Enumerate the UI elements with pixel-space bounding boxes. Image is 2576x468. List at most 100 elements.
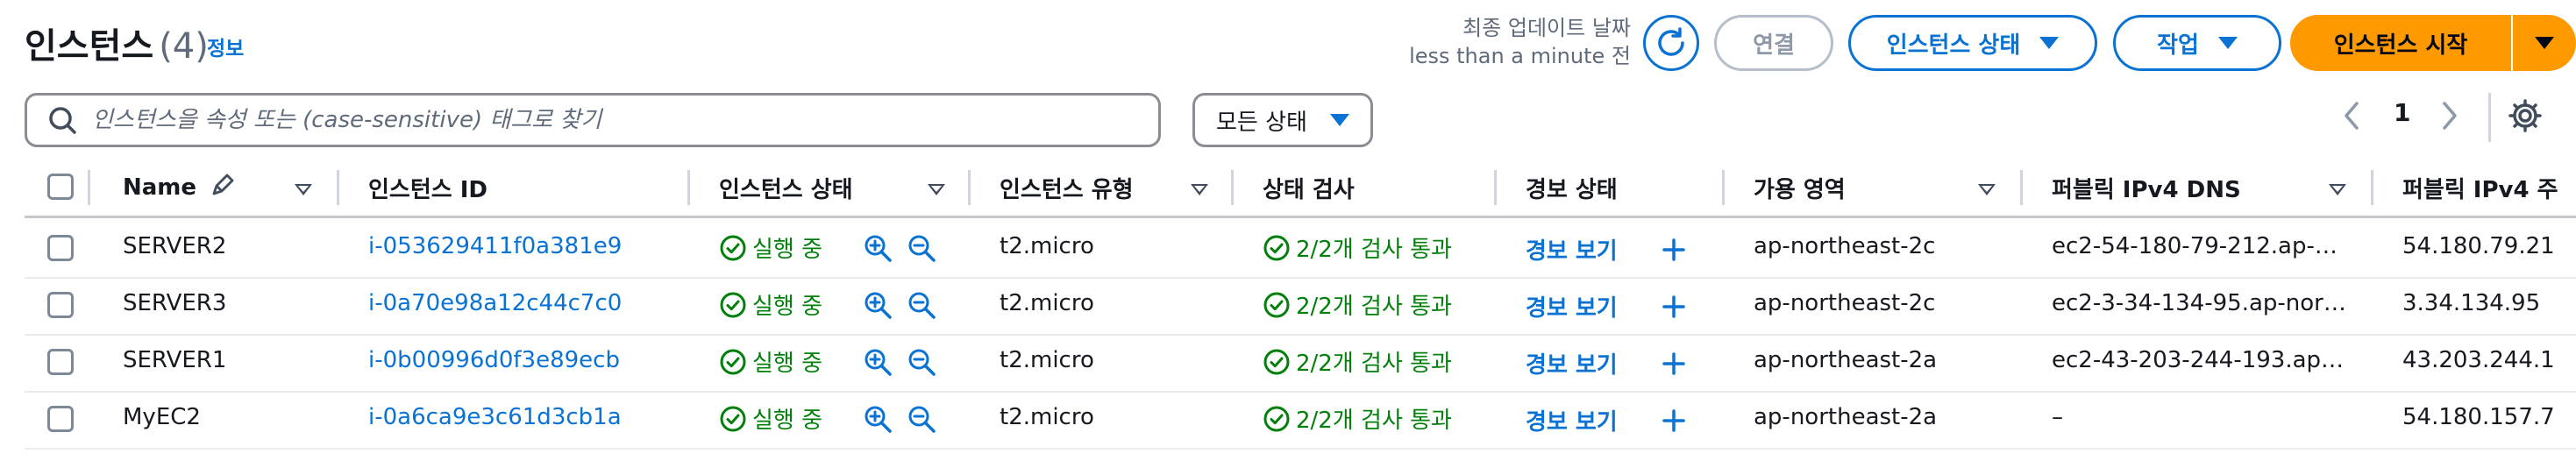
status-check: 2/2개 검사 통과 (1263, 288, 1452, 321)
row-divider (25, 277, 2576, 279)
view-alarms-link[interactable]: 경보 보기 (1526, 233, 1618, 266)
availability-zone: ap-northeast-2c (1754, 290, 1936, 316)
add-alarm-button[interactable] (1661, 408, 1687, 434)
sort-caret-icon[interactable] (295, 184, 312, 195)
launch-instance-dropdown[interactable] (2513, 15, 2576, 71)
instance-type: t2.micro (1000, 404, 1094, 430)
instance-state: 실행 중 (719, 345, 822, 378)
search-input[interactable] (90, 106, 1102, 134)
column-separator[interactable] (2371, 170, 2373, 205)
instance-id-link[interactable]: i-0a70e98a12c44c7c0 (368, 290, 622, 316)
state-filter-select[interactable]: 모든 상태 (1192, 93, 1373, 147)
last-updated-label: 최종 업데이트 날짜 (1462, 16, 1631, 40)
public-ip: 54.180.79.21 (2402, 233, 2555, 259)
column-separator[interactable] (1722, 170, 1725, 205)
instance-state-label: 실행 중 (752, 351, 823, 377)
state-filter-label: 모든 상태 (1216, 109, 1307, 136)
row-checkbox[interactable] (47, 406, 74, 432)
instance-id-link[interactable]: i-0b00996d0f3e89ecb (368, 347, 620, 373)
view-alarms-link[interactable]: 경보 보기 (1526, 290, 1618, 323)
column-header-status-check[interactable]: 상태 검사 (1263, 172, 1355, 204)
instance-state-label: 실행 중 (752, 237, 823, 263)
sort-caret-icon[interactable] (1191, 184, 1208, 195)
column-header-availability-zone[interactable]: 가용 영역 (1754, 172, 1846, 204)
zoom-out-button[interactable] (907, 233, 938, 265)
add-icon (1662, 409, 1685, 432)
zoom-in-icon (865, 235, 892, 262)
instance-id-link[interactable]: i-053629411f0a381e9 (368, 233, 622, 259)
column-header-name[interactable]: Name (123, 172, 236, 201)
column-header-public-ip[interactable]: 퍼블릭 IPv4 주 (2402, 172, 2576, 204)
status-check-label: 2/2개 검사 통과 (1296, 294, 1452, 320)
zoom-out-button[interactable] (907, 290, 938, 322)
zoom-out-button[interactable] (907, 404, 938, 436)
column-header-alarm-status[interactable]: 경보 상태 (1526, 172, 1618, 204)
instance-name: SERVER1 (123, 347, 227, 373)
add-alarm-button[interactable] (1661, 237, 1687, 263)
sort-caret-icon[interactable] (1978, 184, 1996, 195)
pagination-current-page[interactable]: 1 (2394, 98, 2410, 127)
column-separator[interactable] (1494, 170, 1497, 205)
chevron-right-icon (2443, 102, 2457, 130)
column-header-instance-type[interactable]: 인스턴스 유형 (1000, 172, 1134, 204)
search-bar[interactable] (25, 93, 1161, 147)
preferences-button[interactable] (2508, 98, 2543, 137)
instance-state-button[interactable]: 인스턴스 상태 (1848, 15, 2097, 71)
sort-caret-icon[interactable] (928, 184, 945, 195)
view-alarms-link[interactable]: 경보 보기 (1526, 347, 1618, 379)
instance-state-label: 실행 중 (752, 408, 823, 434)
status-check-label: 2/2개 검사 통과 (1296, 351, 1452, 377)
refresh-button[interactable] (1643, 15, 1699, 71)
public-dns: – (2052, 404, 2063, 430)
availability-zone: ap-northeast-2a (1754, 404, 1938, 430)
column-separator[interactable] (687, 170, 690, 205)
public-dns: ec2-3-34-134-95.ap-northeast-2.compute.a… (2052, 290, 2350, 316)
pagination-divider (2488, 93, 2491, 142)
info-link[interactable]: 정보 (207, 32, 244, 61)
zoom-in-button[interactable] (863, 347, 894, 379)
page-title: 인스턴스 (4) (25, 18, 209, 68)
column-separator[interactable] (1231, 170, 1234, 205)
status-check-label: 2/2개 검사 통과 (1296, 237, 1452, 263)
zoom-out-button[interactable] (907, 347, 938, 379)
zoom-in-button[interactable] (863, 290, 894, 322)
column-header-instance-state[interactable]: 인스턴스 상태 (719, 172, 853, 204)
pagination-next[interactable] (2436, 96, 2462, 143)
zoom-in-button[interactable] (863, 404, 894, 436)
add-alarm-button[interactable] (1661, 294, 1687, 320)
launch-instance-button-label: 인스턴스 시작 (2333, 32, 2468, 59)
row-checkbox[interactable] (47, 292, 74, 318)
availability-zone: ap-northeast-2a (1754, 347, 1938, 373)
table-header-divider (25, 216, 2576, 218)
chevron-down-icon (1329, 114, 1349, 126)
status-ok-icon (1263, 235, 1290, 261)
column-header-instance-id[interactable]: 인스턴스 ID (368, 172, 487, 204)
sort-caret-icon[interactable] (2329, 184, 2346, 195)
column-separator[interactable] (2020, 170, 2023, 205)
row-divider (25, 391, 2576, 393)
pagination-prev[interactable] (2339, 96, 2366, 143)
instance-id-link[interactable]: i-0a6ca9e3c61d3cb1a (368, 404, 622, 430)
row-divider (25, 448, 2576, 450)
chevron-left-icon (2345, 102, 2359, 130)
instance-count: (4) (159, 26, 209, 67)
column-separator[interactable] (968, 170, 971, 205)
add-alarm-button[interactable] (1661, 351, 1687, 377)
public-dns: ec2-43-203-244-193.ap-northeast-2.comput… (2052, 347, 2350, 373)
select-all-checkbox[interactable] (47, 174, 74, 200)
row-checkbox[interactable] (47, 349, 74, 375)
launch-instance-button[interactable]: 인스턴스 시작 (2290, 15, 2511, 71)
instance-state-button-label: 인스턴스 상태 (1886, 32, 2021, 59)
row-checkbox[interactable] (47, 235, 74, 261)
last-updated: 최종 업데이트 날짜 less than a minute 전 (1368, 14, 1631, 70)
status-ok-icon (720, 349, 746, 375)
actions-button[interactable]: 작업 (2113, 15, 2281, 71)
zoom-in-button[interactable] (863, 233, 894, 265)
column-header-public-dns[interactable]: 퍼블릭 IPv4 DNS (2052, 172, 2241, 204)
connect-button[interactable]: 연결 (1714, 15, 1833, 71)
column-separator[interactable] (337, 170, 339, 205)
zoom-out-icon (908, 349, 936, 376)
view-alarms-link[interactable]: 경보 보기 (1526, 404, 1618, 436)
public-dns: ec2-54-180-79-212.ap-northeast-2.compute… (2052, 233, 2350, 259)
status-check: 2/2개 검사 통과 (1263, 231, 1452, 264)
